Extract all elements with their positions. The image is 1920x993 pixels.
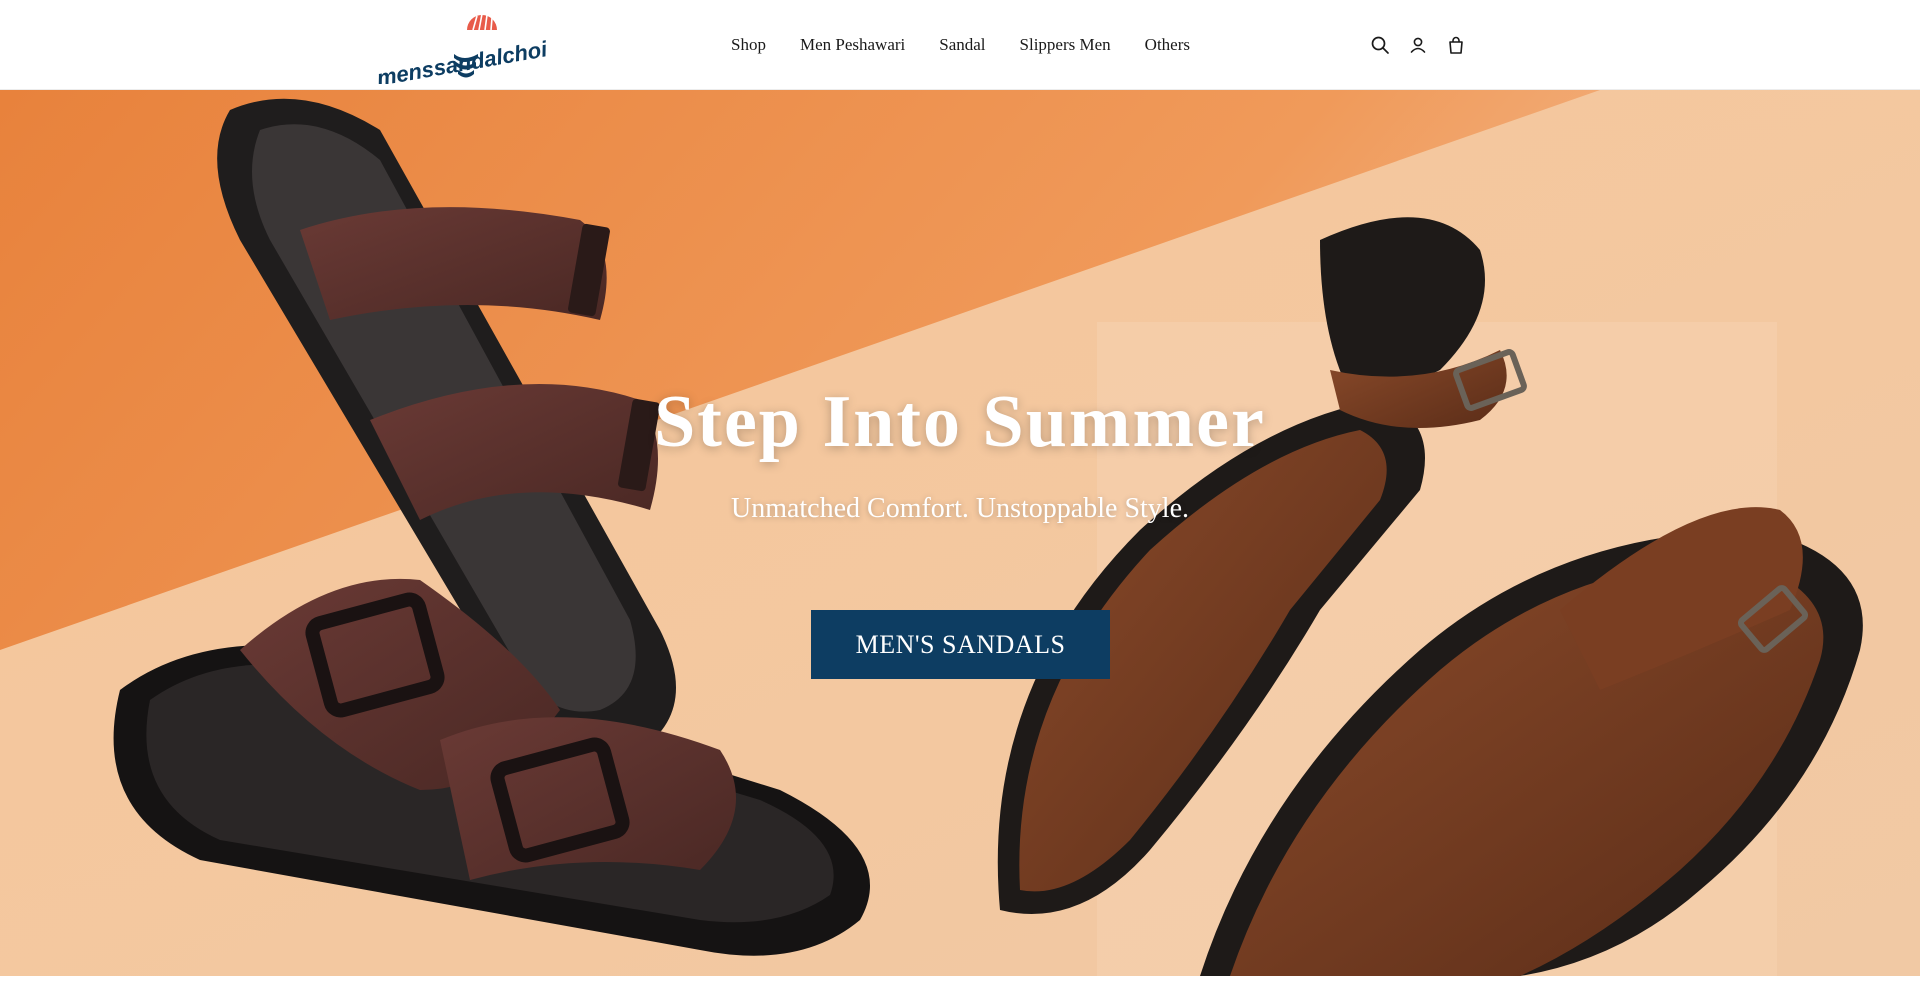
mens-sandals-button[interactable]: MEN'S SANDALS [811, 610, 1110, 679]
nav-men-peshawari[interactable]: Men Peshawari [783, 0, 922, 90]
logo-graphic: menssandalchoi [375, 13, 550, 84]
main-nav: Shop Men Peshawari Sandal Slippers Men O… [714, 0, 1207, 90]
nav-shop[interactable]: Shop [714, 0, 783, 90]
account-button[interactable] [1406, 33, 1430, 57]
cart-icon [1449, 36, 1463, 54]
account-icon [1410, 37, 1426, 53]
hero-content: Step Into Summer Unmatched Comfort. Unst… [0, 90, 1920, 976]
header-icons [1368, 0, 1468, 90]
search-button[interactable] [1368, 33, 1392, 57]
svg-text:menssandalchoi: menssandalchoi [375, 36, 550, 84]
nav-sandal[interactable]: Sandal [922, 0, 1002, 90]
hero-banner: Step Into Summer Unmatched Comfort. Unst… [0, 90, 1920, 976]
cart-button[interactable] [1444, 33, 1468, 57]
hero-title: Step Into Summer [654, 381, 1266, 463]
nav-slippers-men[interactable]: Slippers Men [1003, 0, 1128, 90]
hero-subtitle: Unmatched Comfort. Unstoppable Style. [730, 493, 1190, 524]
site-header: menssandalchoi Shop Men Peshawari Sandal… [0, 0, 1920, 90]
page-bottom-strip [0, 976, 1920, 993]
brand-logo[interactable]: menssandalchoi [372, 8, 562, 84]
nav-others[interactable]: Others [1128, 0, 1207, 90]
search-icon [1371, 36, 1389, 54]
